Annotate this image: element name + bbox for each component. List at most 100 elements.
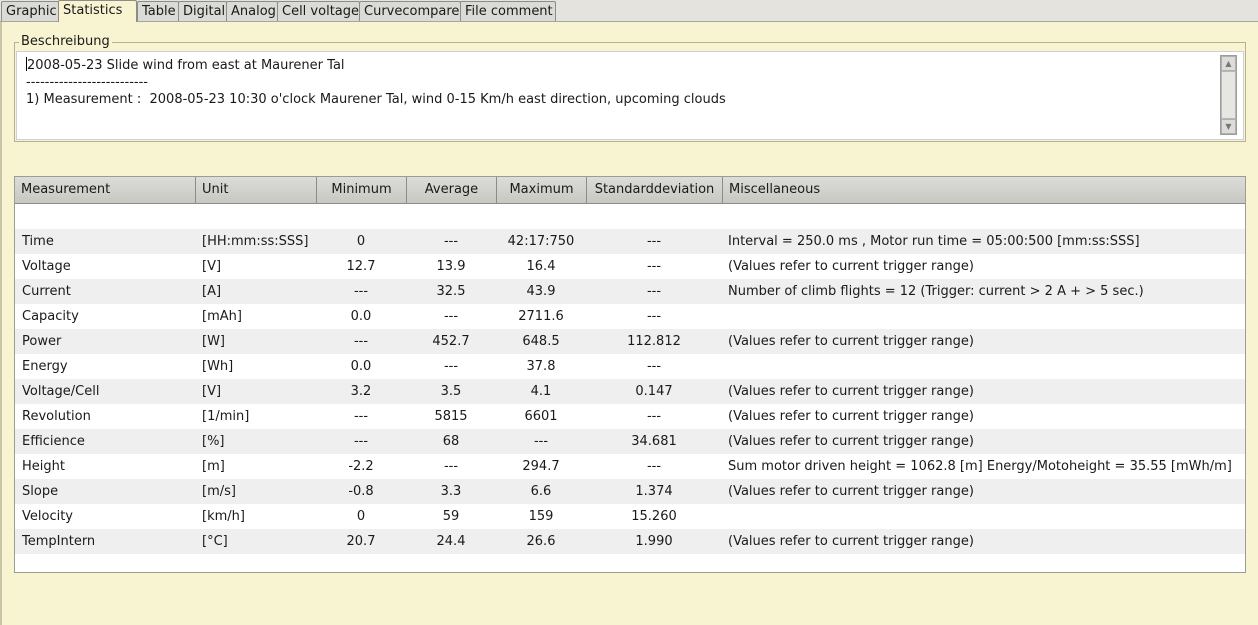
header-miscellaneous[interactable]: Miscellaneous bbox=[723, 177, 1245, 203]
description-textarea[interactable]: 2008-05-23 Slide wind from east at Maure… bbox=[16, 51, 1244, 140]
cell-measurement: TempIntern bbox=[22, 534, 96, 549]
table-header: Measurement Unit Minimum Average Maximum… bbox=[15, 177, 1245, 204]
cell-maximum: 43.9 bbox=[526, 284, 556, 299]
cell-miscellaneous: Number of climb flights = 12 (Trigger: c… bbox=[728, 284, 1144, 299]
cell-maximum: 6601 bbox=[524, 409, 558, 424]
cell-unit: [A] bbox=[202, 284, 222, 299]
cell-measurement: Power bbox=[22, 334, 62, 349]
scroll-up-arrow-icon[interactable]: ▲ bbox=[1221, 56, 1236, 71]
cell-unit: [HH:mm:ss:SSS] bbox=[202, 234, 309, 249]
cell-measurement: Capacity bbox=[22, 309, 79, 324]
cell-unit: [m] bbox=[202, 459, 225, 474]
table-row[interactable]: Time [HH:mm:ss:SSS] 0 --- 42:17:750 --- Interv… bbox=[15, 229, 1245, 254]
cell-unit: [Wh] bbox=[202, 359, 234, 374]
cell-measurement: Voltage/Cell bbox=[22, 384, 100, 399]
cell-measurement: Efficience bbox=[22, 434, 85, 449]
header-maximum[interactable]: Maximum bbox=[497, 177, 587, 203]
table-row[interactable]: Velocity [km/h] 0 59 159 15.260 bbox=[15, 504, 1245, 529]
cell-miscellaneous: (Values refer to current trigger range) bbox=[728, 434, 974, 449]
table-row[interactable]: Efficience [%] --- 68 --- 34.681 (Values refer… bbox=[15, 429, 1245, 454]
cell-maximum: 42:17:750 bbox=[507, 234, 575, 249]
tab-curvecompare[interactable]: Curvecompare bbox=[359, 1, 461, 21]
cell-unit: [V] bbox=[202, 259, 222, 274]
cell-miscellaneous: Sum motor driven height = 1062.8 [m] Ene… bbox=[728, 459, 1232, 474]
header-measurement[interactable]: Measurement bbox=[15, 177, 196, 203]
scroll-down-arrow-icon[interactable]: ▼ bbox=[1221, 119, 1236, 134]
header-average[interactable]: Average bbox=[407, 177, 497, 203]
cell-standarddeviation: --- bbox=[646, 234, 662, 249]
header-standarddeviation[interactable]: Standarddeviation bbox=[587, 177, 723, 203]
table-row[interactable]: Power [W] --- 452.7 648.5 112.812 (Values refe… bbox=[15, 329, 1245, 354]
cell-unit: [V] bbox=[202, 384, 222, 399]
tab-cell-voltage[interactable]: Cell voltage bbox=[277, 1, 360, 21]
cell-minimum: 0.0 bbox=[350, 309, 372, 324]
table-row[interactable]: Height [m] -2.2 --- 294.7 --- Sum motor driven… bbox=[15, 454, 1245, 479]
cell-maximum: --- bbox=[533, 434, 549, 449]
tab-file-comment[interactable]: File comment bbox=[460, 1, 556, 21]
cell-minimum: -0.8 bbox=[348, 484, 374, 499]
cell-average: 3.5 bbox=[440, 384, 462, 399]
cell-standarddeviation: --- bbox=[646, 459, 662, 474]
cell-minimum: -2.2 bbox=[348, 459, 374, 474]
tab-analog[interactable]: Analog bbox=[226, 1, 278, 21]
table-row[interactable]: Slope [m/s] -0.8 3.3 6.6 1.374 (Values refer t… bbox=[15, 479, 1245, 504]
table-row[interactable]: Voltage [V] 12.7 13.9 16.4 --- (Values refer t… bbox=[15, 254, 1245, 279]
cell-minimum: 20.7 bbox=[346, 534, 376, 549]
cell-average: --- bbox=[443, 359, 459, 374]
scrollbar-thumb[interactable] bbox=[1221, 71, 1236, 119]
cell-average: 3.3 bbox=[440, 484, 462, 499]
cell-miscellaneous: (Values refer to current trigger range) bbox=[728, 384, 974, 399]
cell-average: 68 bbox=[442, 434, 460, 449]
cell-standarddeviation: --- bbox=[646, 284, 662, 299]
table-row[interactable]: Voltage/Cell [V] 3.2 3.5 4.1 0.147 (Values ref… bbox=[15, 379, 1245, 404]
cell-minimum: 12.7 bbox=[346, 259, 376, 274]
cell-measurement: Time bbox=[22, 234, 54, 249]
cell-average: 32.5 bbox=[436, 284, 466, 299]
cell-maximum: 4.1 bbox=[530, 384, 552, 399]
cell-standarddeviation: --- bbox=[646, 359, 662, 374]
header-minimum[interactable]: Minimum bbox=[317, 177, 407, 203]
statistics-table: Measurement Unit Minimum Average Maximum… bbox=[14, 176, 1246, 573]
cell-average: --- bbox=[443, 234, 459, 249]
tab-bar: Graphic Statistics Table Digital Analog … bbox=[0, 0, 1258, 22]
cell-miscellaneous: (Values refer to current trigger range) bbox=[728, 259, 974, 274]
cell-maximum: 2711.6 bbox=[518, 309, 564, 324]
cell-minimum: --- bbox=[353, 284, 369, 299]
tab-statistics[interactable]: Statistics bbox=[58, 0, 137, 22]
description-legend: Beschreibung bbox=[19, 34, 112, 49]
cell-average: 13.9 bbox=[436, 259, 466, 274]
cell-miscellaneous: Interval = 250.0 ms , Motor run time = 0… bbox=[728, 234, 1140, 249]
header-unit[interactable]: Unit bbox=[196, 177, 317, 203]
cell-unit: [1/min] bbox=[202, 409, 250, 424]
table-row[interactable]: Energy [Wh] 0.0 --- 37.8 --- bbox=[15, 354, 1245, 379]
cell-unit: [m/s] bbox=[202, 484, 236, 499]
description-text: 2008-05-23 Slide wind from east at Maure… bbox=[26, 57, 726, 108]
cell-measurement: Energy bbox=[22, 359, 68, 374]
cell-standarddeviation: 15.260 bbox=[631, 509, 677, 524]
cell-miscellaneous: (Values refer to current trigger range) bbox=[728, 334, 974, 349]
table-row[interactable]: Capacity [mAh] 0.0 --- 2711.6 --- bbox=[15, 304, 1245, 329]
cell-standarddeviation: --- bbox=[646, 259, 662, 274]
cell-average: 59 bbox=[442, 509, 460, 524]
cell-unit: [mAh] bbox=[202, 309, 242, 324]
tab-graphic[interactable]: Graphic bbox=[1, 1, 59, 21]
cell-maximum: 294.7 bbox=[522, 459, 560, 474]
description-scrollbar[interactable]: ▲ ▼ bbox=[1220, 55, 1237, 135]
cell-average: 452.7 bbox=[432, 334, 470, 349]
table-row[interactable]: Revolution [1/min] --- 5815 6601 --- (Values r… bbox=[15, 404, 1245, 429]
tab-table[interactable]: Table bbox=[137, 1, 179, 21]
description-group: Beschreibung 2008-05-23 Slide wind from … bbox=[14, 35, 1246, 142]
cell-maximum: 37.8 bbox=[526, 359, 556, 374]
cell-standarddeviation: 34.681 bbox=[631, 434, 677, 449]
cell-unit: [°C] bbox=[202, 534, 228, 549]
table-row[interactable]: Current [A] --- 32.5 43.9 --- Number of climb … bbox=[15, 279, 1245, 304]
cell-standarddeviation: 0.147 bbox=[635, 384, 673, 399]
cell-unit: [km/h] bbox=[202, 509, 245, 524]
table-row[interactable]: TempIntern [°C] 20.7 24.4 26.6 1.990 (Values r… bbox=[15, 529, 1245, 554]
description-line-2: -------------------------- bbox=[26, 75, 148, 90]
cell-average: --- bbox=[443, 309, 459, 324]
tab-digital[interactable]: Digital bbox=[178, 1, 227, 21]
cell-maximum: 16.4 bbox=[526, 259, 556, 274]
cell-standarddeviation: --- bbox=[646, 409, 662, 424]
cell-standarddeviation: 1.374 bbox=[635, 484, 673, 499]
